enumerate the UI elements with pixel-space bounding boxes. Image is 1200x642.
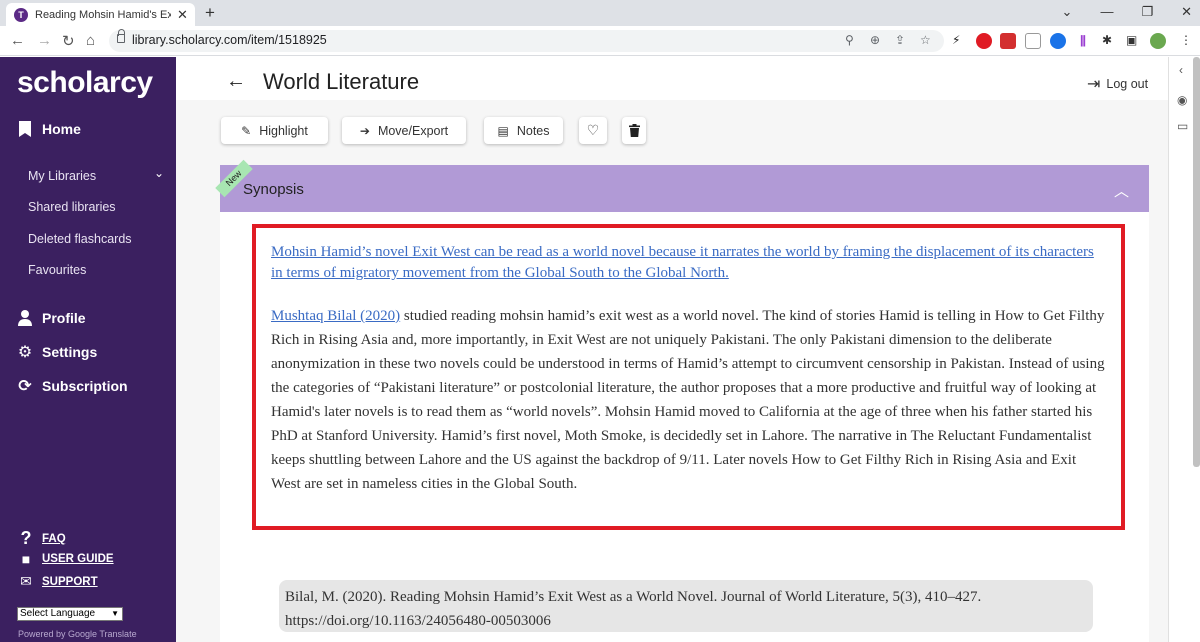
extension-bolt-icon[interactable]: ⚡ [952,33,960,47]
tab-search-icon[interactable]: ⌄ [1062,4,1073,20]
comment-icon[interactable]: ▭ [1177,119,1188,133]
sidebar: scholarcy Home ⌄ My Libraries Shared lib… [0,57,176,642]
sidebar-item-subscription[interactable]: ⟳ Subscription [17,378,128,395]
minimize-icon[interactable]: — [1100,4,1113,20]
sidebar-item-profile[interactable]: Profile [17,310,86,326]
notes-button[interactable]: ▤ Notes [484,117,563,144]
browser-tab[interactable]: T Reading Mohsin Hamid's Exit We ✕ [6,3,195,26]
reload-icon[interactable]: ↻ [62,32,75,50]
author-link[interactable]: Mushtaq Bilal (2020) [271,308,400,324]
lock-icon[interactable] [117,29,125,43]
profile-avatar[interactable] [1150,33,1166,49]
highlight-link[interactable]: Mohsin Hamid’s novel Exit West can be re… [271,242,1101,284]
refresh-icon: ⟳ [18,378,32,395]
brand-logo[interactable]: scholarcy [17,66,153,100]
user-icon [17,310,33,326]
adblock-icon[interactable] [1000,33,1016,49]
search-icon[interactable]: ⚲ [845,33,854,47]
home-icon[interactable]: ⌂ [86,32,95,49]
back-icon[interactable]: ← [10,32,25,49]
mail-icon: ✉ [20,573,32,589]
sidebar-item-favourites[interactable]: Favourites [28,263,86,277]
summary-text: studied reading mohsin hamid’s exit west… [271,308,1105,492]
zoom-icon[interactable]: ⊕ [870,33,880,47]
window-controls: ⌄ — ❐ ✕ [1062,4,1192,20]
share-icon[interactable]: ⇪ [895,33,905,47]
gear-icon: ⚙ [17,344,33,361]
page-title: World Literature [263,69,420,94]
chevron-down-icon[interactable]: ⌄ [154,166,164,180]
collapse-panel-icon[interactable]: ‹ [1179,63,1183,77]
logout-icon: ⇥ [1087,76,1101,93]
tab-title: Reading Mohsin Hamid's Exit We [35,8,171,21]
favicon-icon: T [14,7,28,22]
browser-tab-strip: T Reading Mohsin Hamid's Exit We ✕ + ⌄ —… [0,0,1200,26]
eye-icon[interactable]: ◉ [1177,93,1187,107]
pen-icon: ✎ [241,123,252,138]
video-icon: ■ [21,551,31,567]
question-icon: ? [20,528,32,548]
highlight-button[interactable]: ✎ Highlight [221,117,328,144]
faq-link[interactable]: ? FAQ [17,528,66,549]
extensions-puzzle-icon[interactable]: ✱ [1102,33,1112,47]
section-title: Synopsis [243,181,304,198]
support-label: SUPPORT [42,575,98,588]
extension-library-icon[interactable]: ⫼ [1075,33,1091,49]
sidebar-item-home[interactable]: Home [17,121,81,137]
forward-icon[interactable]: → [37,32,52,49]
sidebar-item-my-libraries[interactable]: My Libraries [28,169,96,183]
move-export-label: Move/Export [377,123,449,138]
notes-label: Notes [516,123,550,138]
trash-icon [628,124,640,137]
highlight-label: Highlight [259,123,308,138]
bookmark-star-icon[interactable]: ☆ [920,33,931,47]
synopsis-header[interactable] [220,165,1149,212]
language-select-value: Select Language [20,608,96,619]
back-arrow-icon[interactable]: ← [226,70,246,93]
scrollbar[interactable] [1193,57,1200,467]
heart-icon: ♡ [586,122,600,138]
logout-label: Log out [1106,77,1149,91]
side-panel-icon[interactable]: ▣ [1126,33,1137,47]
sidebar-item-deleted-flashcards[interactable]: Deleted flashcards [28,232,132,246]
sidebar-item-label: Settings [42,344,98,360]
support-link[interactable]: ✉ SUPPORT [17,573,98,590]
extension-blue-icon[interactable] [1050,33,1066,49]
delete-button[interactable] [622,117,646,144]
logout-button[interactable]: ⇥ Log out [1087,74,1148,94]
chevron-down-icon: ▼ [111,609,119,618]
note-icon: ▤ [497,123,509,138]
user-guide-label: USER GUIDE [42,553,114,565]
close-window-icon[interactable]: ✕ [1181,4,1192,20]
language-select[interactable]: Select Language ▼ [17,607,123,621]
sidebar-item-label: Subscription [42,378,128,394]
sidebar-item-settings[interactable]: ⚙ Settings [17,344,98,361]
sidebar-item-label: Home [42,121,81,137]
url-text[interactable]: library.scholarcy.com/item/1518925 [132,33,327,47]
extension-red-icon[interactable] [976,33,992,49]
citation-box: Bilal, M. (2020). Reading Mohsin Hamid’s… [279,580,1093,632]
sidebar-item-shared-libraries[interactable]: Shared libraries [28,200,116,214]
summary-paragraph: Mushtaq Bilal (2020) studied reading moh… [271,304,1106,496]
powered-by-google-translate[interactable]: Powered by Google Translate [18,629,137,639]
menu-kebab-icon[interactable]: ⋮ [1180,33,1192,47]
chevron-up-icon[interactable]: ︿ [1114,180,1129,201]
new-tab-button[interactable]: + [205,3,215,23]
restore-icon[interactable]: ❐ [1141,4,1153,20]
export-icon: ➔ [359,123,370,138]
move-export-button[interactable]: ➔ Move/Export [342,117,466,144]
address-bar: ← → ↻ ⌂ library.scholarcy.com/item/15189… [0,26,1200,56]
bookmark-icon [17,121,33,137]
sidebar-item-label: Profile [42,310,86,326]
faq-label: FAQ [42,532,66,545]
user-guide-link[interactable]: ■ USER GUIDE [17,551,114,567]
extension-doc-icon[interactable] [1025,33,1041,49]
favourite-button[interactable]: ♡ [579,117,607,144]
close-tab-icon[interactable]: ✕ [177,7,188,23]
